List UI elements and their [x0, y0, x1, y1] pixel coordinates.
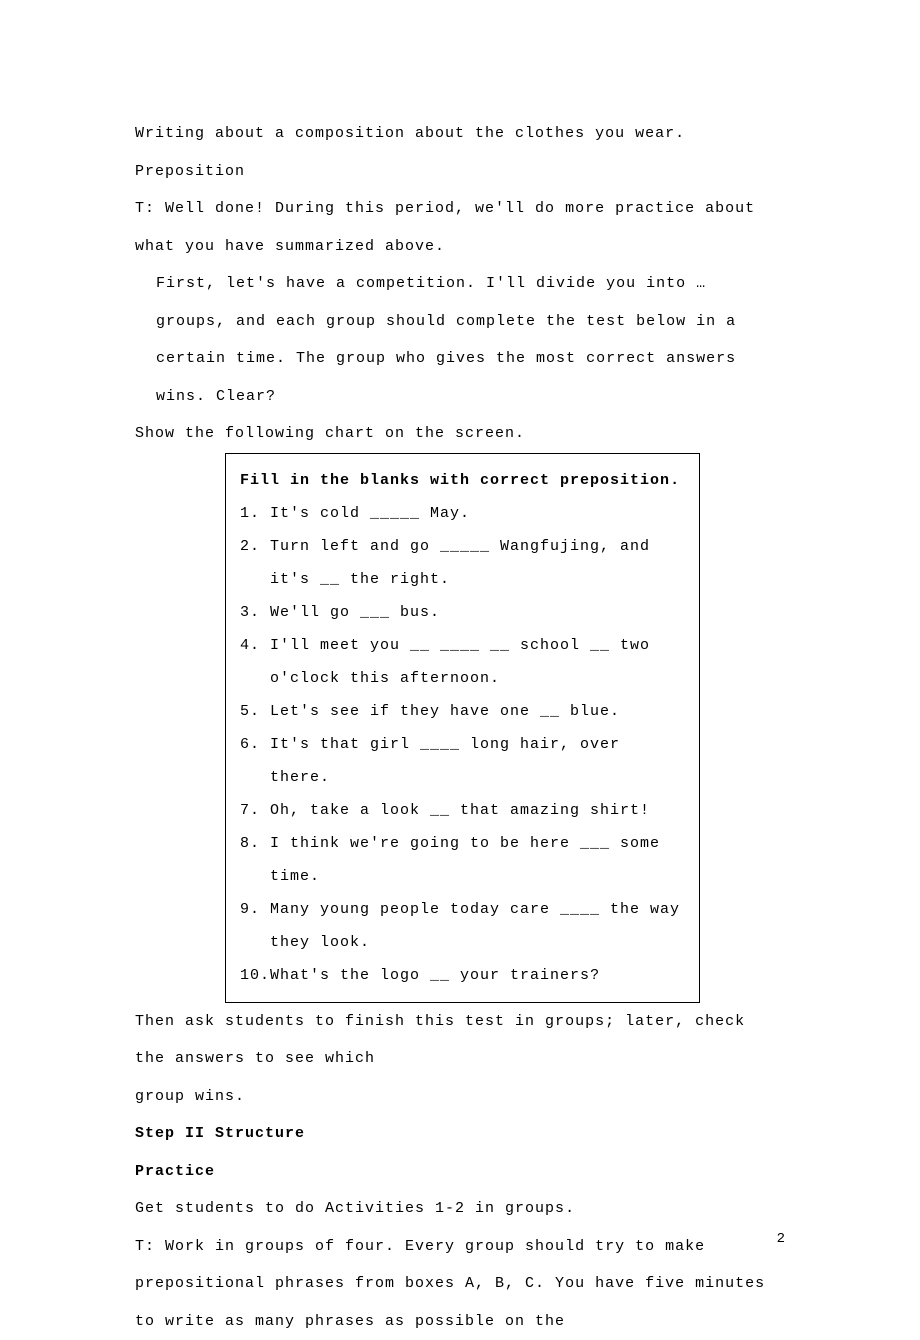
text-part-a: Then ask students to finish this test in… [135, 1013, 745, 1068]
text: T: Work in groups of four. Every group s… [135, 1238, 765, 1330]
paragraph-activities: Get students to do Activities 1-2 in gro… [135, 1190, 785, 1228]
heading-step-ii: Step II Structure [135, 1115, 785, 1153]
item-number: 9. [240, 893, 270, 959]
item-number: 3. [240, 596, 270, 629]
heading-practice: Practice [135, 1153, 785, 1191]
item-number: 5. [240, 695, 270, 728]
paragraph-after-chart-2: group wins. [135, 1078, 785, 1116]
chart-item: 7.Oh, take a look __ that amazing shirt! [240, 794, 685, 827]
paragraph-groups: T: Work in groups of four. Every group s… [135, 1228, 785, 1340]
item-number: 8. [240, 827, 270, 893]
item-text: Turn left and go _____ Wangfujing, and i… [270, 530, 685, 596]
chart-item: 8.I think we're going to be here ___ som… [240, 827, 685, 893]
item-number: 10. [240, 959, 270, 992]
item-text: It's cold _____ May. [270, 497, 685, 530]
chart-item: 2.Turn left and go _____ Wangfujing, and… [240, 530, 685, 596]
paragraph-after-chart-1: Then ask students to finish this test in… [135, 1003, 785, 1078]
item-number: 2. [240, 530, 270, 596]
chart-title: Fill in the blanks with correct preposit… [240, 464, 685, 497]
paragraph-preposition: Preposition [135, 153, 785, 191]
chart-item: 1.It's cold _____ May. [240, 497, 685, 530]
paragraph-show-chart: Show the following chart on the screen. [135, 415, 785, 453]
item-text: It's that girl ____ long hair, over ther… [270, 728, 685, 794]
item-number: 7. [240, 794, 270, 827]
item-text: I think we're going to be here ___ some … [270, 827, 685, 893]
chart-item: 3.We'll go ___ bus. [240, 596, 685, 629]
chart-item: 5.Let's see if they have one __ blue. [240, 695, 685, 728]
item-number: 4. [240, 629, 270, 695]
paragraph-writing: Writing about a composition about the cl… [135, 115, 785, 153]
chart-item: 9.Many young people today care ____ the … [240, 893, 685, 959]
item-text: We'll go ___ bus. [270, 596, 685, 629]
paragraph-competition: First, let's have a competition. I'll di… [135, 265, 785, 415]
exercise-chart: Fill in the blanks with correct preposit… [225, 453, 700, 1003]
item-text: Let's see if they have one __ blue. [270, 695, 685, 728]
chart-item: 4.I'll meet you __ ____ __ school __ two… [240, 629, 685, 695]
item-text: Oh, take a look __ that amazing shirt! [270, 794, 685, 827]
item-text: What's the logo __ your trainers? [270, 959, 685, 992]
item-text: I'll meet you __ ____ __ school __ two o… [270, 629, 685, 695]
chart-item: 6.It's that girl ____ long hair, over th… [240, 728, 685, 794]
item-number: 1. [240, 497, 270, 530]
chart-item: 10.What's the logo __ your trainers? [240, 959, 685, 992]
item-text: Many young people today care ____ the wa… [270, 893, 685, 959]
item-number: 6. [240, 728, 270, 794]
page-number: 2 [777, 1231, 785, 1247]
paragraph-teacher-welldone: T: Well done! During this period, we'll … [135, 190, 785, 265]
page: Writing about a composition about the cl… [0, 0, 920, 1302]
